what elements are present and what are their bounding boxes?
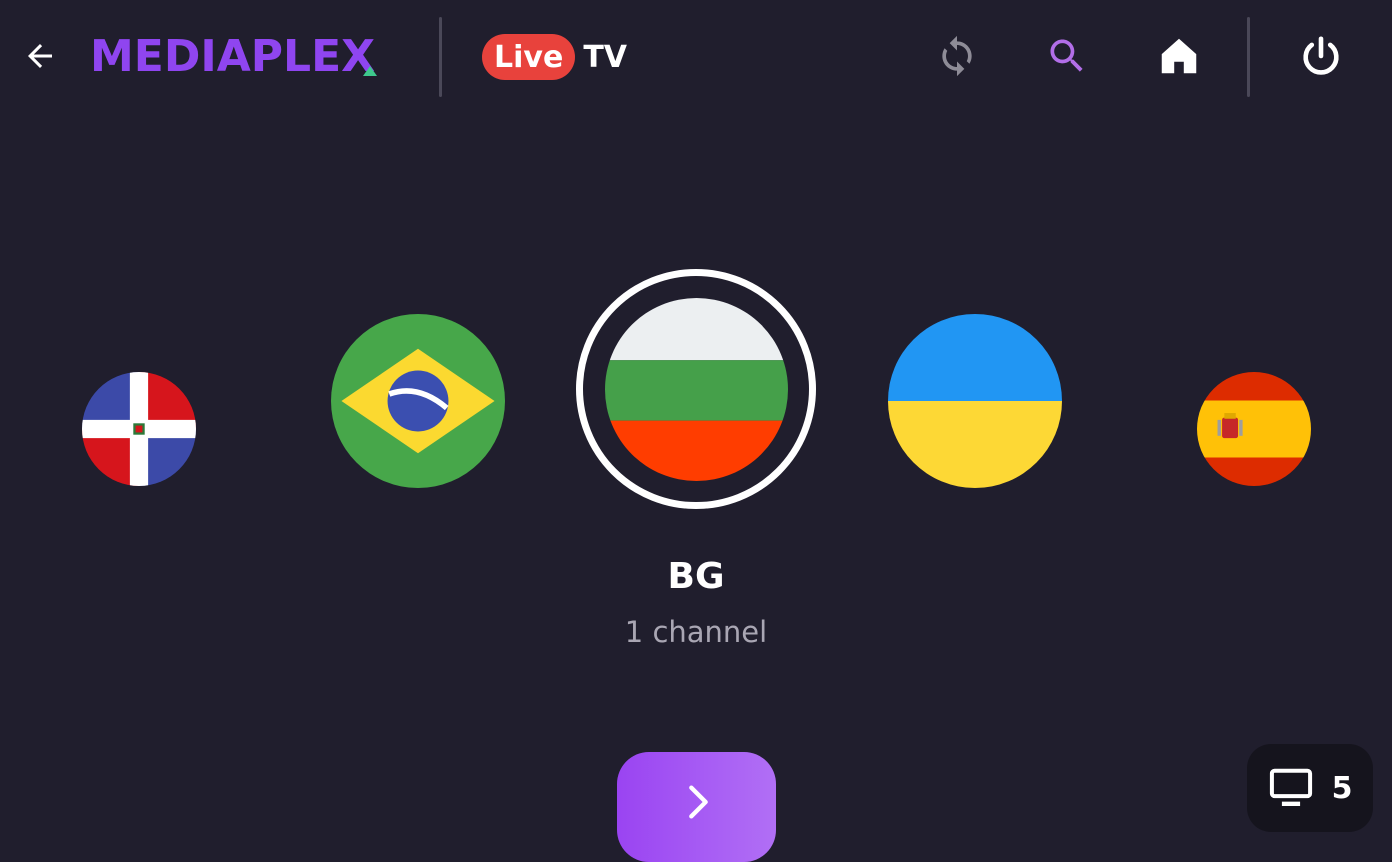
logo-accent-mark <box>363 66 378 76</box>
chevron-right-icon <box>688 785 708 819</box>
back-button[interactable] <box>18 36 62 76</box>
channel-count-badge[interactable]: 5 <box>1247 744 1373 832</box>
power-button[interactable] <box>1297 32 1345 80</box>
search-icon <box>1050 39 1083 72</box>
search-button[interactable] <box>1043 32 1091 80</box>
ukraine-flag-icon[interactable] <box>888 314 1062 488</box>
mediaplex-logo: MEDIAPLEX <box>90 30 378 84</box>
selected-country-ring <box>576 269 816 509</box>
brazil-flag-icon[interactable] <box>331 314 505 488</box>
refresh-icon <box>942 35 972 77</box>
live-badge: Live <box>482 34 576 80</box>
logo-text: MEDIAPLEX <box>90 31 376 82</box>
top-bar: MEDIAPLEX Live TV <box>0 0 1392 112</box>
home-icon <box>1161 38 1197 74</box>
power-icon <box>1303 36 1339 75</box>
tv-label: TV <box>583 39 627 75</box>
header-divider-right <box>1247 17 1250 97</box>
dominican-republic-flag-icon[interactable] <box>82 372 196 486</box>
header-divider <box>439 17 442 97</box>
refresh-button[interactable] <box>933 32 981 80</box>
selected-channel-count: 1 channel <box>624 615 768 649</box>
home-button[interactable] <box>1155 32 1203 80</box>
back-arrow-icon <box>28 44 52 68</box>
spain-flag-icon[interactable] <box>1197 372 1311 486</box>
next-button[interactable] <box>617 752 776 862</box>
tv-monitor-icon <box>1269 768 1312 806</box>
live-tv-title: Live TV <box>482 33 627 81</box>
selected-country-code: BG <box>667 556 725 597</box>
channel-badge-count: 5 <box>1331 770 1353 806</box>
